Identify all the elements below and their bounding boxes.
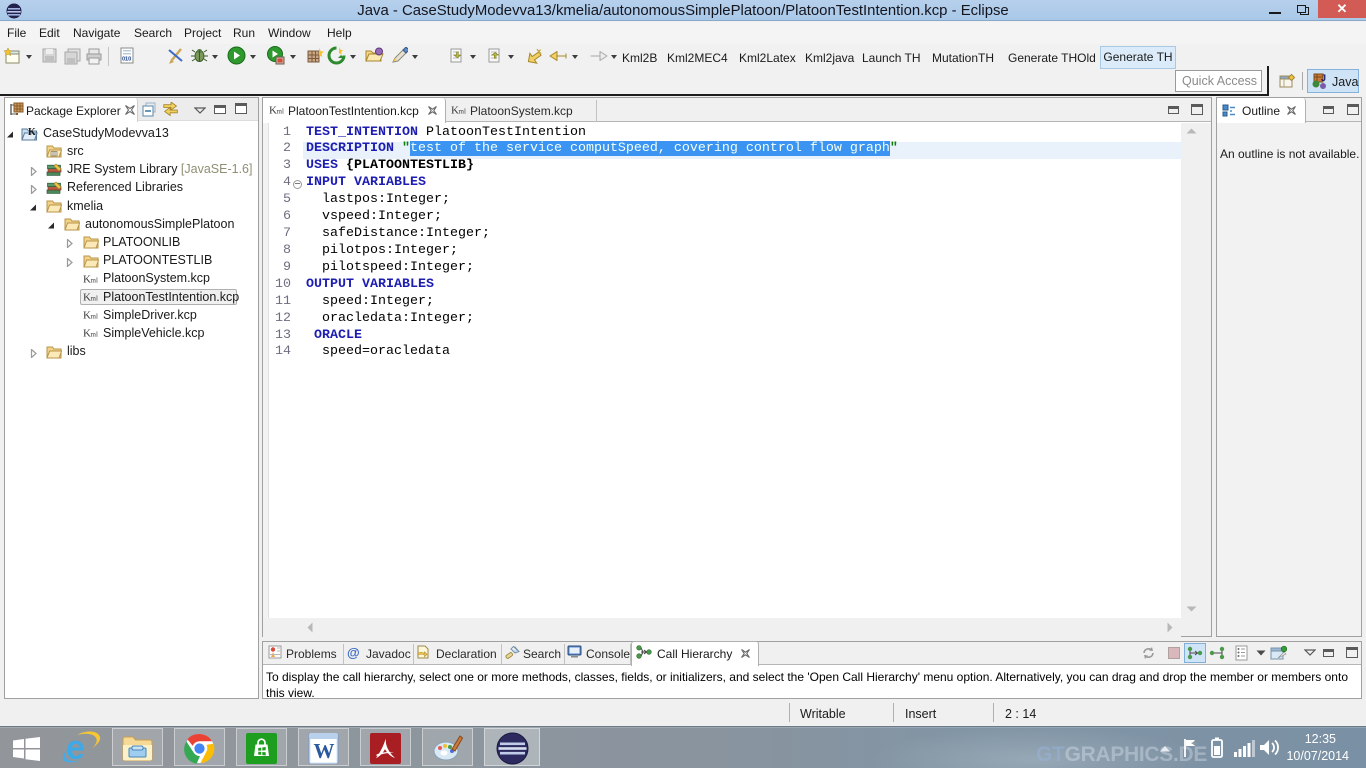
svg-text:010: 010 bbox=[122, 57, 131, 63]
svg-text:ml: ml bbox=[277, 108, 284, 116]
svg-text:ml: ml bbox=[91, 331, 98, 339]
svg-text:ml: ml bbox=[91, 313, 98, 321]
svg-text:ml: ml bbox=[91, 295, 98, 303]
svg-text:ml: ml bbox=[459, 108, 466, 116]
svg-text:K: K bbox=[28, 127, 36, 138]
svg-text:W: W bbox=[314, 739, 335, 763]
svg-text:@: @ bbox=[347, 645, 360, 659]
svg-text:ml: ml bbox=[91, 276, 98, 284]
svg-text:J: J bbox=[1321, 73, 1326, 83]
